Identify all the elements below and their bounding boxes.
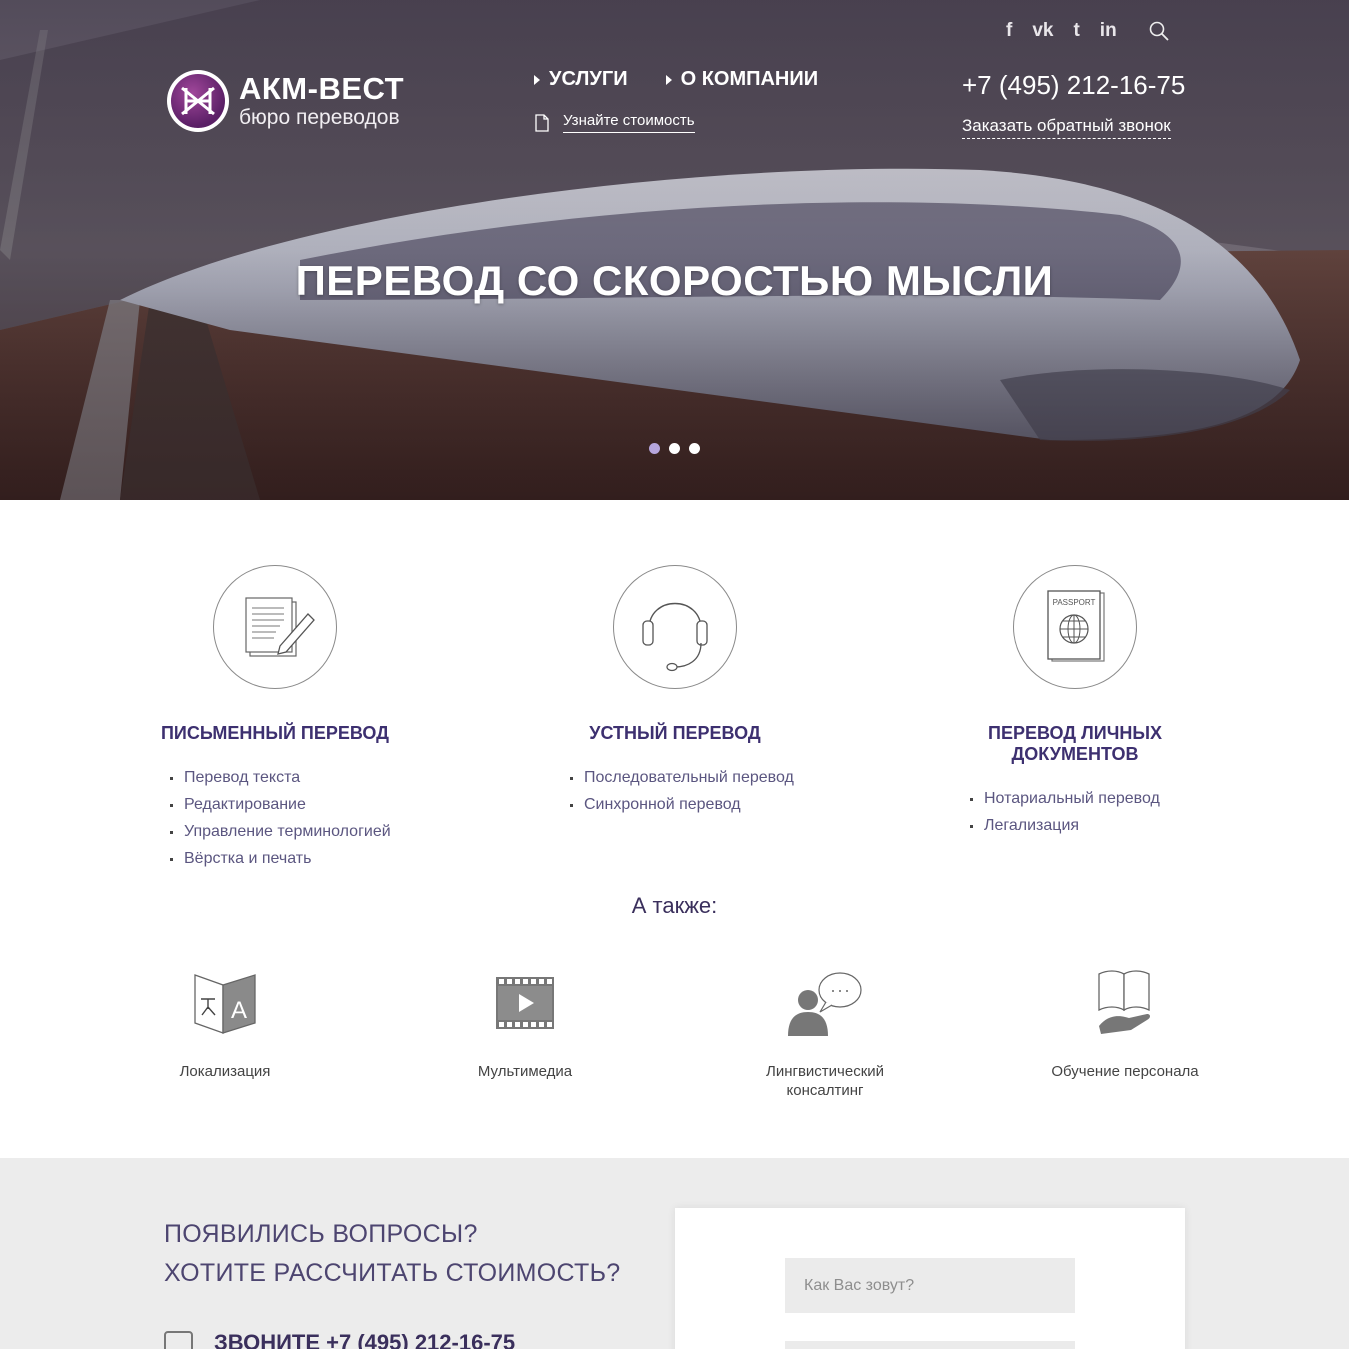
slider-dots — [649, 443, 709, 454]
name-input[interactable] — [785, 1258, 1075, 1313]
document-icon — [535, 113, 549, 132]
list-item[interactable]: Перевод текста — [160, 764, 425, 791]
headset-icon — [613, 565, 737, 689]
list-item[interactable]: Редактирование — [160, 791, 425, 818]
svg-text:PASSPORT: PASSPORT — [1053, 598, 1096, 607]
service-written: ПИСЬМЕННЫЙ ПЕРЕВОД Перевод текста Редакт… — [125, 565, 425, 872]
document-pen-icon — [213, 565, 337, 689]
service-list: Последовательный перевод Синхронной пере… — [560, 764, 825, 818]
brand-title: АКМ-ВЕСТ — [239, 71, 405, 106]
list-item[interactable]: Управление терминологией — [160, 818, 425, 845]
call-phone[interactable]: ЗВОНИТЕ +7 (495) 212-16-75 — [214, 1330, 515, 1349]
also-item-multimedia[interactable]: Мультимедиа — [415, 970, 635, 1081]
price-link[interactable]: Узнайте стоимость — [535, 112, 695, 133]
list-item[interactable]: Последовательный перевод — [560, 764, 825, 791]
main-nav: УСЛУГИ О КОМПАНИИ — [534, 68, 856, 91]
hero-banner: АКМ-ВЕСТ бюро переводов УСЛУГИ О КОМПАНИ… — [0, 0, 1349, 500]
also-item-consulting[interactable]: Лингвистический консалтинг — [715, 970, 935, 1100]
second-input[interactable] — [785, 1341, 1075, 1349]
service-documents: PASSPORT ПЕРЕВОД ЛИЧНЫХ ДОКУМЕНТОВ Нотари… — [925, 565, 1225, 839]
question-line-2: ХОТИТЕ РАССЧИТАТЬ СТОИМОСТЬ? — [164, 1259, 621, 1287]
list-item[interactable]: Нотариальный перевод — [960, 785, 1225, 812]
service-list: Перевод текста Редактирование Управление… — [160, 764, 425, 872]
vk-icon[interactable]: vk — [1032, 20, 1053, 42]
hero-title: ПЕРЕВОД СО СКОРОСТЬЮ МЫСЛИ — [295, 257, 1054, 304]
service-title: УСТНЫЙ ПЕРЕВОД — [589, 723, 761, 743]
arrow-right-icon — [534, 74, 540, 85]
svg-text:A: A — [231, 997, 247, 1024]
video-icon — [415, 970, 635, 1036]
search-icon[interactable] — [1149, 21, 1169, 41]
social-links: f vk t in — [1006, 20, 1169, 42]
slider-dot-1[interactable] — [649, 443, 660, 454]
passport-icon: PASSPORT — [1013, 565, 1137, 689]
call-row: ЗВОНИТЕ +7 (495) 212-16-75 — [164, 1330, 515, 1349]
arrow-right-icon — [665, 74, 672, 85]
question-line-1: ПОЯВИЛИСЬ ВОПРОСЫ? — [164, 1220, 478, 1248]
slider-dot-3[interactable] — [689, 443, 700, 454]
service-title: ПИСЬМЕННЫЙ ПЕРЕВОД — [160, 723, 389, 743]
list-item[interactable]: Синхронной перевод — [560, 791, 825, 818]
localization-icon: A — [115, 970, 335, 1036]
linkedin-icon[interactable]: in — [1100, 20, 1117, 42]
consulting-icon — [715, 970, 935, 1036]
contact-form — [675, 1208, 1185, 1349]
header-phone[interactable]: +7 (495) 212-16-75 — [962, 70, 1185, 101]
nav-item-about[interactable]: О КОМПАНИИ — [665, 68, 818, 91]
twitter-icon[interactable]: t — [1073, 20, 1079, 42]
list-item[interactable]: Легализация — [960, 812, 1225, 839]
brand-subtitle: бюро переводов — [239, 106, 400, 129]
service-title: ПЕРЕВОД ЛИЧНЫХ ДОКУМЕНТОВ — [988, 723, 1162, 764]
callback-link[interactable]: Заказать обратный звонок — [962, 116, 1171, 139]
logo-mark-icon — [167, 70, 229, 132]
book-hand-icon — [1015, 970, 1235, 1036]
service-list: Нотариальный перевод Легализация — [960, 785, 1225, 839]
also-heading: А также: — [631, 893, 718, 918]
list-item[interactable]: Вёрстка и печать — [160, 845, 425, 872]
phone-icon — [164, 1331, 193, 1349]
facebook-icon[interactable]: f — [1006, 20, 1012, 42]
also-item-training[interactable]: Обучение персонала — [1015, 970, 1235, 1081]
logo[interactable]: АКМ-ВЕСТ бюро переводов — [167, 70, 404, 132]
slider-dot-2[interactable] — [669, 443, 680, 454]
nav-item-services[interactable]: УСЛУГИ — [534, 68, 628, 91]
service-oral: УСТНЫЙ ПЕРЕВОД Последовательный перевод … — [525, 565, 825, 818]
also-item-localization[interactable]: A Локализация — [115, 970, 335, 1081]
